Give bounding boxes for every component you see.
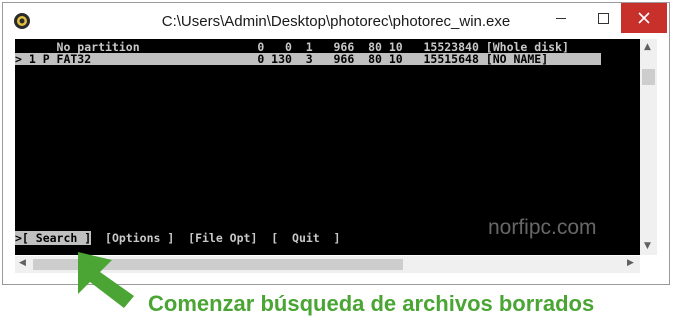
green-arrow-pointer-icon <box>78 252 134 308</box>
scroll-down-icon[interactable]: ▼ <box>644 241 651 251</box>
close-icon <box>638 12 650 24</box>
watermark: norfipc.com <box>488 216 597 239</box>
scroll-up-icon[interactable]: ▲ <box>644 42 651 52</box>
scroll-left-icon[interactable]: ◀ <box>19 258 26 268</box>
minimize-button[interactable] <box>538 3 584 33</box>
action-menu: >[ Search ] [Options ] [File Opt] [ Quit… <box>15 231 341 245</box>
vertical-scroll-thumb[interactable] <box>642 69 655 85</box>
quit-menu-item[interactable]: [ Quit ] <box>271 231 340 245</box>
file-opt-menu-item[interactable]: [File Opt] <box>188 231 257 245</box>
title-bar[interactable]: C:\Users\Admin\Desktop\photorec\photorec… <box>3 3 669 39</box>
scroll-right-icon[interactable]: ▶ <box>627 258 634 268</box>
vertical-scrollbar[interactable]: ▲ ▼ <box>640 39 657 255</box>
close-button[interactable] <box>621 3 667 33</box>
caption: Comenzar búsqueda de archivos borrados <box>148 291 595 316</box>
partition-row-fat32[interactable]: > 1 P FAT32 0 130 3 966 80 10 15515648 [… <box>15 53 601 65</box>
